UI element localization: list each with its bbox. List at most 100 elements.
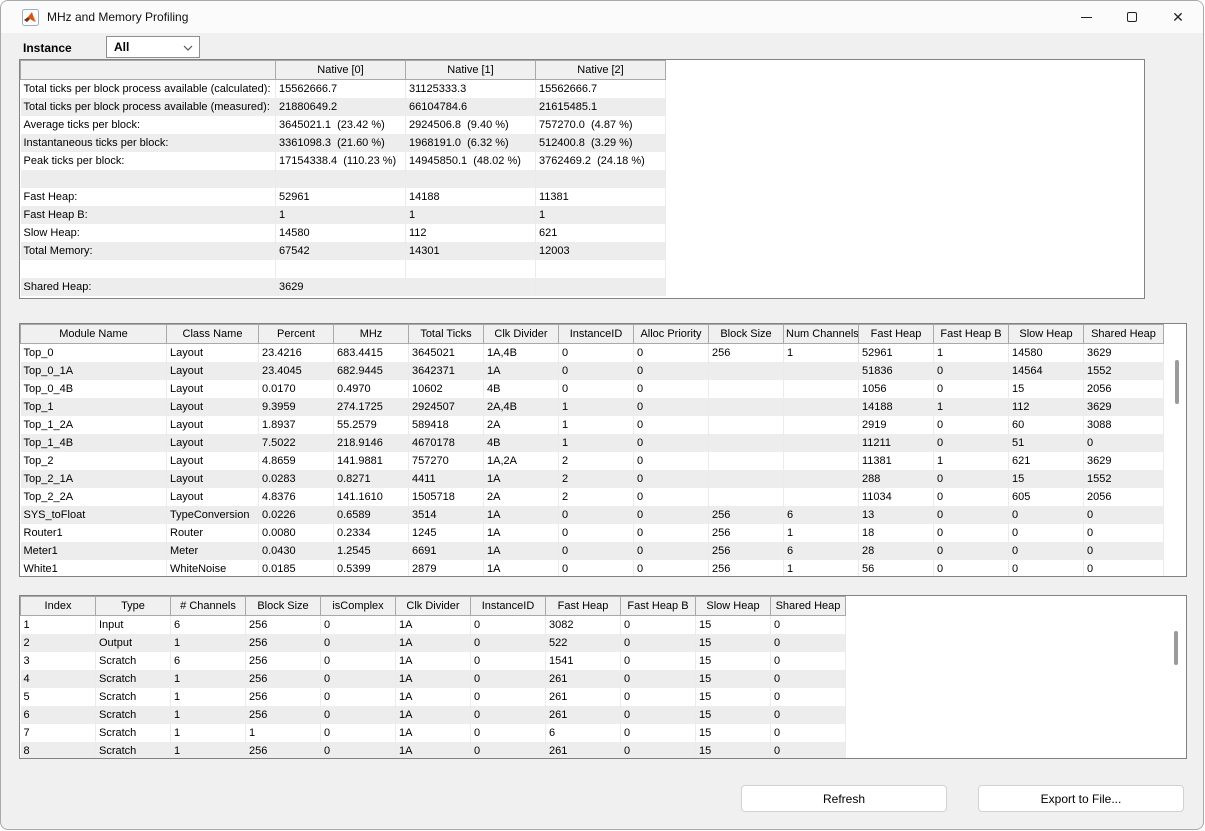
table-cell[interactable]: 3645021 (409, 344, 484, 363)
row-label[interactable]: Total ticks per block process available … (21, 98, 276, 116)
table-cell[interactable]: 0 (471, 670, 546, 688)
table-cell[interactable]: 683.4415 (334, 344, 409, 363)
table-cell[interactable]: 6 (784, 506, 859, 524)
table-cell[interactable]: Top_0 (21, 344, 167, 363)
table-cell[interactable]: 1056 (859, 380, 934, 398)
table-cell[interactable]: Layout (167, 380, 259, 398)
table-cell[interactable]: 11034 (859, 488, 934, 506)
table-cell[interactable]: 256 (709, 542, 784, 560)
table-cell[interactable]: 2924507 (409, 398, 484, 416)
table-cell[interactable]: Scratch (96, 706, 171, 724)
table-cell[interactable]: 261 (546, 742, 621, 759)
table-cell[interactable]: 0.5399 (334, 560, 409, 577)
table-cell[interactable]: 1 (536, 206, 666, 224)
table-cell[interactable]: 2A (484, 416, 559, 434)
table-cell[interactable]: 0.4970 (334, 380, 409, 398)
table-cell[interactable]: 1A,4B (484, 344, 559, 363)
table-cell[interactable]: 1 (784, 344, 859, 363)
table-cell[interactable]: 256 (246, 652, 321, 670)
table-cell[interactable]: 1552 (1084, 470, 1164, 488)
table-cell[interactable]: 52961 (276, 188, 406, 206)
table-cell[interactable]: 0.0185 (259, 560, 334, 577)
table-cell[interactable]: 0 (621, 670, 696, 688)
table-cell[interactable]: 0 (621, 652, 696, 670)
table-cell[interactable]: 3361098.3 (21.60 %) (276, 134, 406, 152)
table-cell[interactable]: 1A (396, 634, 471, 652)
table-cell[interactable]: 1 (21, 616, 96, 635)
instance-select[interactable]: All (106, 36, 200, 58)
table-cell[interactable] (784, 434, 859, 452)
table-cell[interactable]: 14188 (406, 188, 536, 206)
table-cell[interactable]: 256 (709, 560, 784, 577)
table-cell[interactable]: 0 (1009, 560, 1084, 577)
table-cell[interactable]: 3642371 (409, 362, 484, 380)
table-cell[interactable]: 0 (321, 688, 396, 706)
table-cell[interactable]: Scratch (96, 742, 171, 759)
table-cell[interactable]: 0 (471, 742, 546, 759)
table-cell[interactable]: 4B (484, 434, 559, 452)
table-cell[interactable]: 0 (634, 452, 709, 470)
table-cell[interactable]: TypeConversion (167, 506, 259, 524)
table-cell[interactable]: 3514 (409, 506, 484, 524)
table-cell[interactable]: 4.8659 (259, 452, 334, 470)
table-cell[interactable]: 1A (396, 652, 471, 670)
table-cell[interactable]: 256 (709, 506, 784, 524)
table-cell[interactable] (709, 380, 784, 398)
table-cell[interactable]: 0 (934, 380, 1009, 398)
table-cell[interactable]: 0 (1009, 506, 1084, 524)
table-cell[interactable]: 12003 (536, 242, 666, 260)
table-cell[interactable]: 15 (696, 652, 771, 670)
table-cell[interactable]: 21880649.2 (276, 98, 406, 116)
table-cell[interactable]: 15562666.7 (536, 80, 666, 99)
table-cell[interactable] (709, 434, 784, 452)
table-cell[interactable]: 3629 (1084, 398, 1164, 416)
table-cell[interactable]: 15 (696, 742, 771, 759)
table-cell[interactable]: 112 (406, 224, 536, 242)
table-cell[interactable]: 2A (484, 488, 559, 506)
table-cell[interactable]: 2056 (1084, 380, 1164, 398)
table-cell[interactable]: 112 (1009, 398, 1084, 416)
table-cell[interactable] (406, 260, 536, 278)
table-cell[interactable]: 256 (246, 688, 321, 706)
table-cell[interactable] (784, 380, 859, 398)
table-cell[interactable]: 0 (934, 488, 1009, 506)
table-cell[interactable]: 256 (709, 344, 784, 363)
table-cell[interactable]: 589418 (409, 416, 484, 434)
table-cell[interactable]: 1 (784, 524, 859, 542)
table-cell[interactable]: 141.9881 (334, 452, 409, 470)
table-cell[interactable]: 28 (859, 542, 934, 560)
table-cell[interactable]: 0 (621, 724, 696, 742)
table-cell[interactable]: 0 (471, 706, 546, 724)
table-cell[interactable]: 0 (771, 652, 846, 670)
table-cell[interactable]: 141.1610 (334, 488, 409, 506)
table-cell[interactable]: 0 (559, 560, 634, 577)
table-cell[interactable]: Scratch (96, 688, 171, 706)
table-cell[interactable]: 3088 (1084, 416, 1164, 434)
table-cell[interactable]: 15 (1009, 470, 1084, 488)
table-cell[interactable]: 0 (934, 434, 1009, 452)
table-cell[interactable]: 0 (634, 470, 709, 488)
table-cell[interactable]: 0 (621, 742, 696, 759)
close-icon[interactable]: ✕ (1155, 1, 1201, 33)
table-cell[interactable]: 3645021.1 (23.42 %) (276, 116, 406, 134)
table-cell[interactable]: Top_1 (21, 398, 167, 416)
table-cell[interactable]: 8 (21, 742, 96, 759)
table-cell[interactable]: 1541 (546, 652, 621, 670)
table-cell[interactable] (406, 170, 536, 188)
table-cell[interactable]: 0 (1084, 434, 1164, 452)
table-cell[interactable]: 15 (696, 670, 771, 688)
table-cell[interactable]: 14564 (1009, 362, 1084, 380)
table-cell[interactable]: 1 (934, 452, 1009, 470)
table-cell[interactable] (784, 416, 859, 434)
table-cell[interactable]: 18 (859, 524, 934, 542)
table-cell[interactable]: 0 (634, 416, 709, 434)
table-cell[interactable]: 1A (484, 506, 559, 524)
table-cell[interactable]: 0 (321, 616, 396, 635)
table-cell[interactable]: 0.6589 (334, 506, 409, 524)
table-cell[interactable]: 0 (1009, 524, 1084, 542)
table-cell[interactable]: 0 (771, 616, 846, 635)
table-cell[interactable]: 0 (471, 688, 546, 706)
table-cell[interactable] (536, 278, 666, 296)
table-cell[interactable]: 1 (171, 634, 246, 652)
table-cell[interactable]: 1A (484, 542, 559, 560)
